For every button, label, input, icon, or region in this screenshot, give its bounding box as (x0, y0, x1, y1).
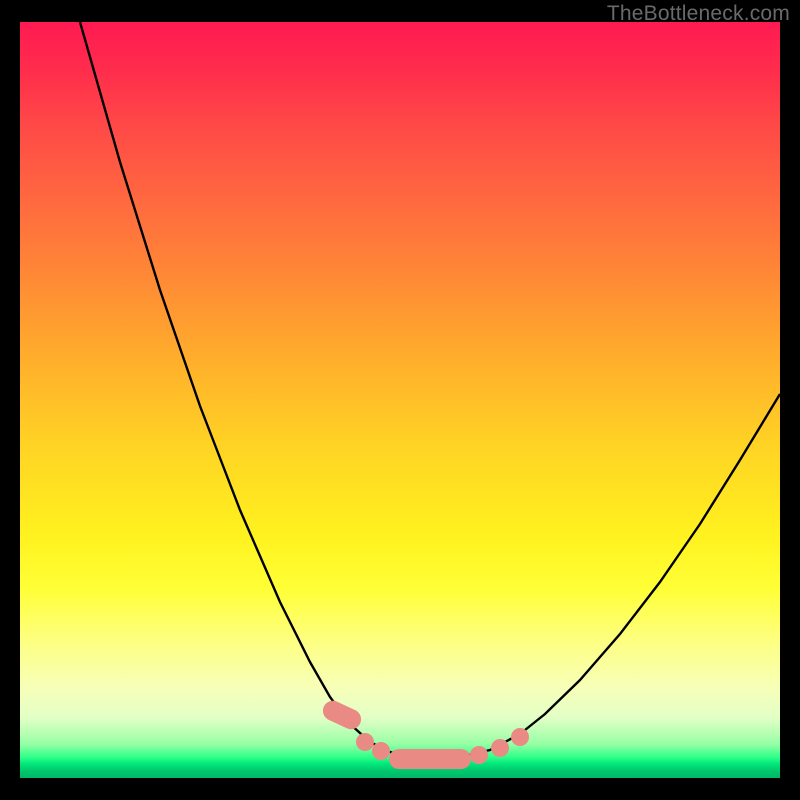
bottleneck-curve (80, 22, 780, 757)
curve-marker (320, 697, 365, 732)
curve-marker (372, 742, 390, 760)
curve-marker (491, 739, 509, 757)
curve-marker (511, 728, 529, 746)
curve-marker (389, 749, 471, 769)
curve-marker (356, 733, 374, 751)
curve-svg (20, 22, 780, 778)
curve-marker (470, 746, 488, 764)
curve-path (80, 22, 780, 757)
plot-area (20, 22, 780, 778)
chart-frame: TheBottleneck.com (0, 0, 800, 800)
marker-group (320, 697, 529, 769)
